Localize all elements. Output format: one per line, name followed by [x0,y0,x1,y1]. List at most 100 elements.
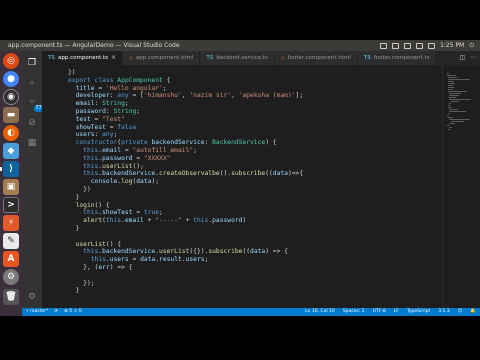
code-token: "Test" [102,115,125,123]
code-token: users [68,131,95,139]
settings-icon[interactable]: ⚙ [3,269,19,285]
code-line[interactable]: title = 'Hello angular'; [68,85,438,93]
code-line[interactable]: constructor(private backendService: Back… [68,139,438,147]
code-line[interactable]: this.users = data.result.users; [68,256,438,264]
volume-icon[interactable] [428,42,436,49]
search-icon[interactable]: ⌕ [26,77,38,89]
software-icon[interactable]: A [3,251,19,267]
files-icon[interactable]: ▬ [3,107,19,123]
debug-icon[interactable]: ⊘ [26,117,38,129]
code-token: }, ( [68,263,99,271]
code-line[interactable]: userList() { [68,241,438,249]
code-line[interactable]: this.password = "XXXXX" [68,155,438,163]
branch-name: master* [30,309,49,314]
launcher: ◎ ● ◉ ▬ ◐ ◆ ⟩ ▣ > ⚡ ✎ A ⚙ 🗑 [0,51,22,316]
code-line[interactable]: } [68,194,438,202]
code-token: backendService [102,248,156,256]
code-token: showTest [68,123,106,131]
code-token: err [98,263,110,271]
code-line[interactable]: }, (err) => { [68,264,438,272]
code-line[interactable]: test = "Test" [68,116,438,124]
code-line[interactable]: this.backendService.userList({}).subscri… [68,248,438,256]
code-line[interactable]: } [68,225,438,233]
code-token: data [272,170,288,178]
tab-footer-component-ts[interactable]: TS footer.component.ts [357,51,437,65]
cursor-position[interactable]: Ln 10, Col 10 [305,308,335,316]
battery-icon[interactable] [416,42,424,49]
problems-indicator[interactable]: ⊗ 0 ⚠ 0 [64,308,82,316]
manage-icon[interactable]: ⚙ [26,291,38,303]
bell-icon[interactable]: 🔔 [470,308,476,316]
code-token: (). [219,170,232,178]
code-token: : [105,107,114,115]
obs-icon[interactable]: ◉ [3,89,19,105]
ubuntu-icon[interactable]: ◎ [3,53,19,69]
trash-icon[interactable]: 🗑 [3,289,19,305]
tab-app-component-ts[interactable]: TS app.component.ts × [42,51,124,65]
close-icon[interactable]: × [111,51,116,65]
app-icon[interactable]: ◆ [3,143,19,159]
code-line[interactable]: password: String; [68,108,438,116]
code-line[interactable]: developer: any = ['himanshu', 'nazim sir… [68,92,438,100]
code-line[interactable]: console.log(data); [68,178,438,186]
smiley-icon[interactable]: ☺ [458,308,463,316]
code-token: subscribe [231,170,266,178]
more-icon[interactable]: ⋯ [470,54,476,61]
encoding[interactable]: UTF-8 [373,308,386,316]
code-line[interactable]: login() { [68,202,438,210]
code-token: ]; [295,92,304,100]
mail-icon[interactable] [380,42,388,49]
code-line[interactable]: } [68,287,438,295]
code-line[interactable]: export class AppComponent { [68,77,438,85]
explorer-icon[interactable]: ❐ [26,57,38,69]
code-line[interactable]: }) [68,69,438,77]
sync-icon[interactable]: ⟳ [54,308,58,316]
lightning-icon[interactable]: ⚡ [3,215,19,231]
code-token: String [113,107,137,115]
branch-indicator[interactable]: ⑂ master* [26,308,48,316]
code-token: ) => { [265,248,288,256]
code-line[interactable]: this.showTest = true; [68,209,438,217]
split-editor-icon[interactable]: ◫ [459,54,465,61]
power-icon[interactable]: ⏻ [469,40,474,51]
code-token: this [68,256,106,264]
code-token: ) [242,217,247,225]
code-line[interactable]: email: String; [68,100,438,108]
gedit-icon[interactable]: ✎ [3,233,19,249]
clock[interactable]: 1:25 PM [440,40,464,51]
network-icon[interactable] [392,42,400,49]
chrome-icon[interactable]: ● [3,71,19,87]
terminal-icon[interactable]: > [3,197,19,213]
code-line[interactable]: this.email = "autofill email"; [68,147,438,155]
firefox-icon[interactable]: ◐ [3,125,19,141]
code-line[interactable]: this.backendService.createObservalbe().s… [68,170,438,178]
code-line[interactable]: showTest = false [68,124,438,132]
extensions-icon[interactable]: ▦ [26,137,38,149]
ts-version[interactable]: 3.1.3 [438,308,449,316]
vscode-icon[interactable]: ⟩ [0,161,19,177]
code-token: result [159,256,182,264]
indentation[interactable]: Spaces: 2 [343,308,365,316]
keyboard-icon[interactable] [404,42,412,49]
code-token: ); [151,178,160,186]
system-top-bar: app.component.ts — AngularDemo — Visual … [0,40,480,51]
code-line[interactable]: }); [68,280,438,288]
tab-footer-component-html[interactable]: ◇ footer.component.html [274,51,358,65]
archive-icon[interactable]: ▣ [3,179,19,195]
code-line[interactable]: }) [68,186,438,194]
system-tray: 1:25 PM ⏻ [380,40,474,51]
code-line[interactable]: alert(this.email + "-----" + this.passwo… [68,217,438,225]
language-mode[interactable]: TypeScript [407,308,430,316]
tab-backend-service-ts[interactable]: TS backend.service.ts [200,51,275,65]
code-token: BackendService [212,139,266,147]
code-line[interactable] [68,233,438,241]
minimap[interactable] [442,65,480,308]
code-token: ; [193,146,197,154]
tab-app-component-html[interactable]: ◇ app.component.html [123,51,201,65]
code-line[interactable]: this.userList(); [68,163,438,171]
code-token: password [68,107,106,115]
end-of-line[interactable]: LF [394,308,399,316]
code-area[interactable]: }) export class AppComponent { title = 'H… [68,69,438,308]
code-line[interactable] [68,272,438,280]
code-line[interactable]: users: any; [68,131,438,139]
